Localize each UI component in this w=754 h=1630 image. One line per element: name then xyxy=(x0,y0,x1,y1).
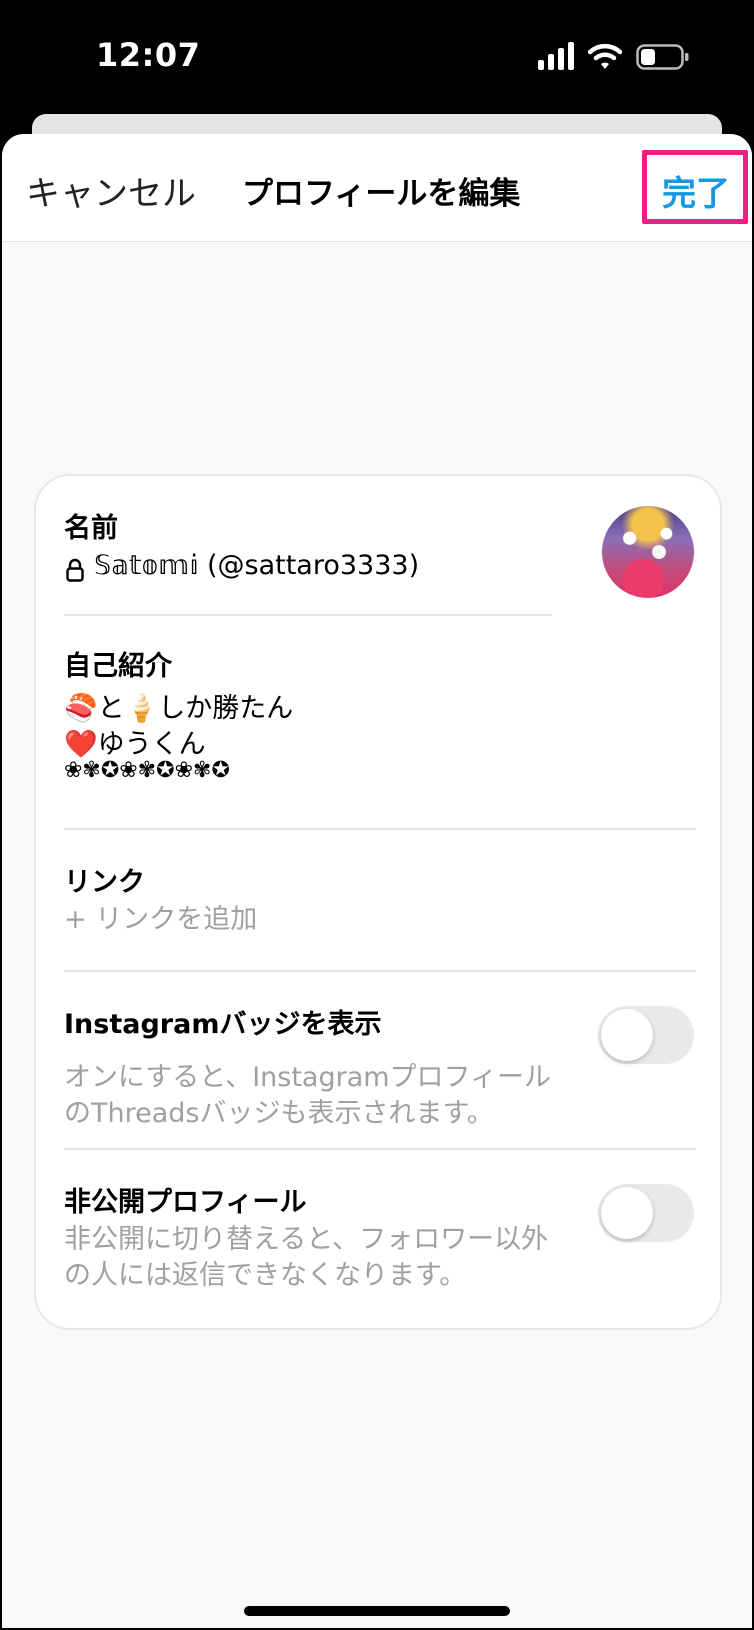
link-label: リンク xyxy=(64,867,145,898)
done-button[interactable]: 完了 xyxy=(662,166,730,215)
cancel-button[interactable]: キャンセル xyxy=(26,166,196,215)
profile-card: 名前 𝕊𝕒𝕥𝕠𝕞𝕚 (@sattaro3333) 自己紹介 🍣と🍦しか勝たん ❤… xyxy=(34,474,722,1330)
status-time: 12:07 xyxy=(96,36,201,74)
lock-icon xyxy=(66,558,84,582)
bio-line-2[interactable]: ❤️ゆうくん xyxy=(64,722,206,761)
toggle-knob xyxy=(601,1187,653,1239)
private-profile-toggle[interactable] xyxy=(598,1184,694,1242)
name-value[interactable]: 𝕊𝕒𝕥𝕠𝕞𝕚 (@sattaro3333) xyxy=(94,550,419,581)
toggle-knob xyxy=(601,1009,653,1061)
private-profile-label: 非公開プロフィール xyxy=(64,1187,307,1218)
instagram-badge-label: Instagramバッジを表示 xyxy=(64,1009,382,1040)
divider xyxy=(64,828,696,830)
edit-profile-sheet: キャンセル プロフィールを編集 完了 名前 𝕊𝕒𝕥𝕠𝕞𝕚 (@sattaro33… xyxy=(2,134,752,1628)
divider xyxy=(64,1148,696,1150)
private-profile-desc-1: 非公開に切り替えると、フォロワー以外 xyxy=(64,1224,549,1255)
battery-icon xyxy=(636,44,689,70)
wifi-icon xyxy=(588,43,622,69)
bio-line-3[interactable]: ❀✾✪❀✾✪❀✾✪ xyxy=(64,758,230,783)
private-profile-desc-2: の人には返信できなくなります。 xyxy=(64,1260,467,1291)
divider xyxy=(64,614,552,616)
bio-label: 自己紹介 xyxy=(64,651,172,682)
status-bar: 12:07 xyxy=(0,0,754,115)
instagram-badge-toggle[interactable] xyxy=(598,1006,694,1064)
name-label: 名前 xyxy=(64,513,118,544)
add-link-button[interactable]: + リンクを追加 xyxy=(64,902,257,938)
bio-line-1[interactable]: 🍣と🍦しか勝たん xyxy=(64,686,293,725)
nav-bar: キャンセル プロフィールを編集 完了 xyxy=(2,134,752,242)
home-indicator xyxy=(244,1606,510,1616)
divider xyxy=(64,970,696,972)
page-title: プロフィールを編集 xyxy=(242,176,521,212)
signal-icon xyxy=(538,40,578,70)
instagram-badge-desc-2: のThreadsバッジも表示されます。 xyxy=(64,1098,494,1129)
instagram-badge-desc-1: オンにすると、Instagramプロフィール xyxy=(64,1062,552,1093)
avatar[interactable] xyxy=(602,506,694,598)
